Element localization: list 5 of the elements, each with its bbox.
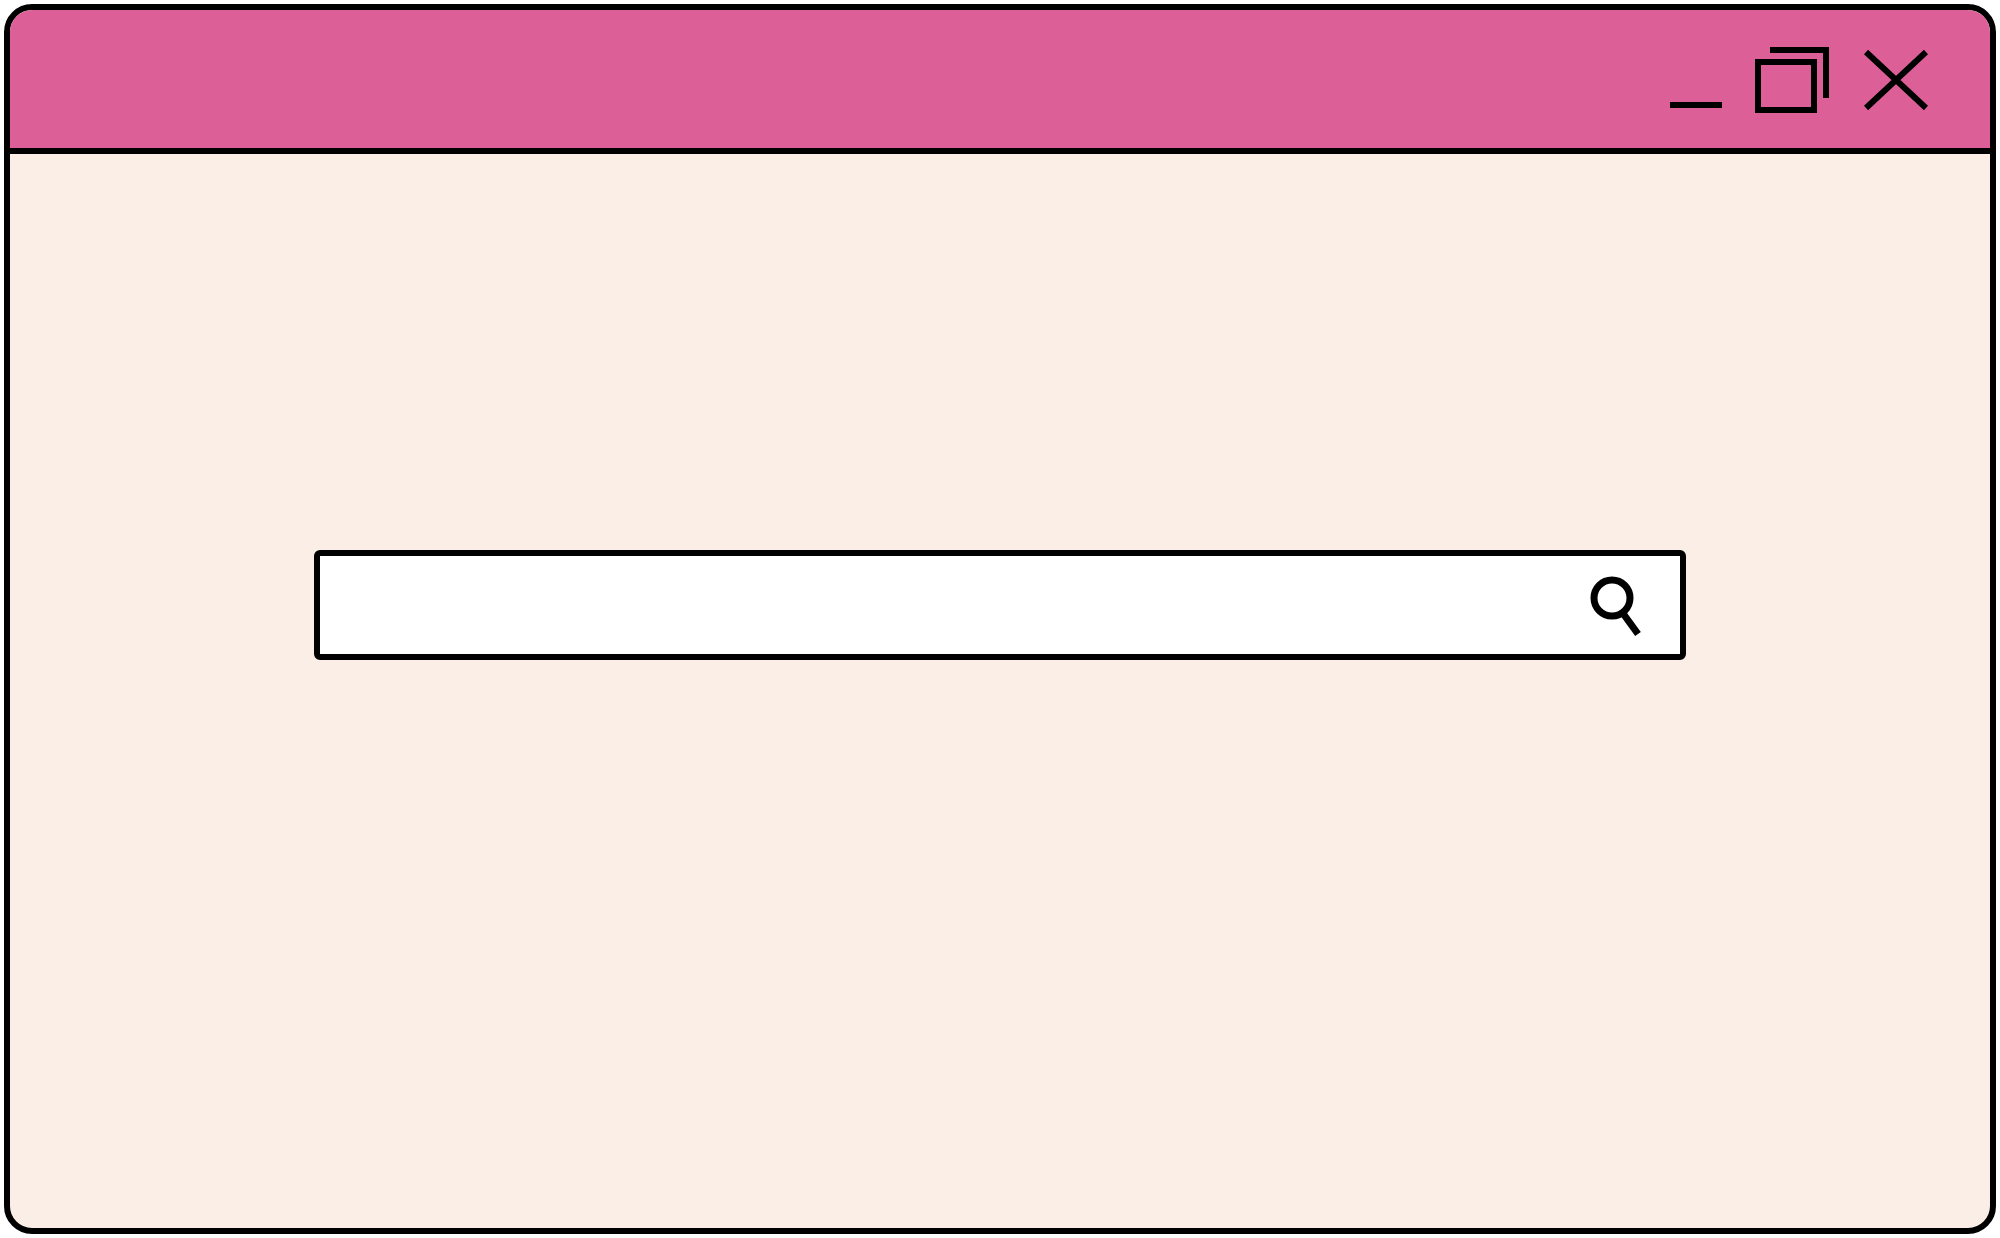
search-icon[interactable] xyxy=(1588,573,1644,637)
minimize-icon[interactable] xyxy=(1670,97,1722,113)
restore-icon[interactable] xyxy=(1754,45,1830,113)
search-field[interactable] xyxy=(314,550,1686,660)
close-icon[interactable] xyxy=(1862,47,1930,111)
